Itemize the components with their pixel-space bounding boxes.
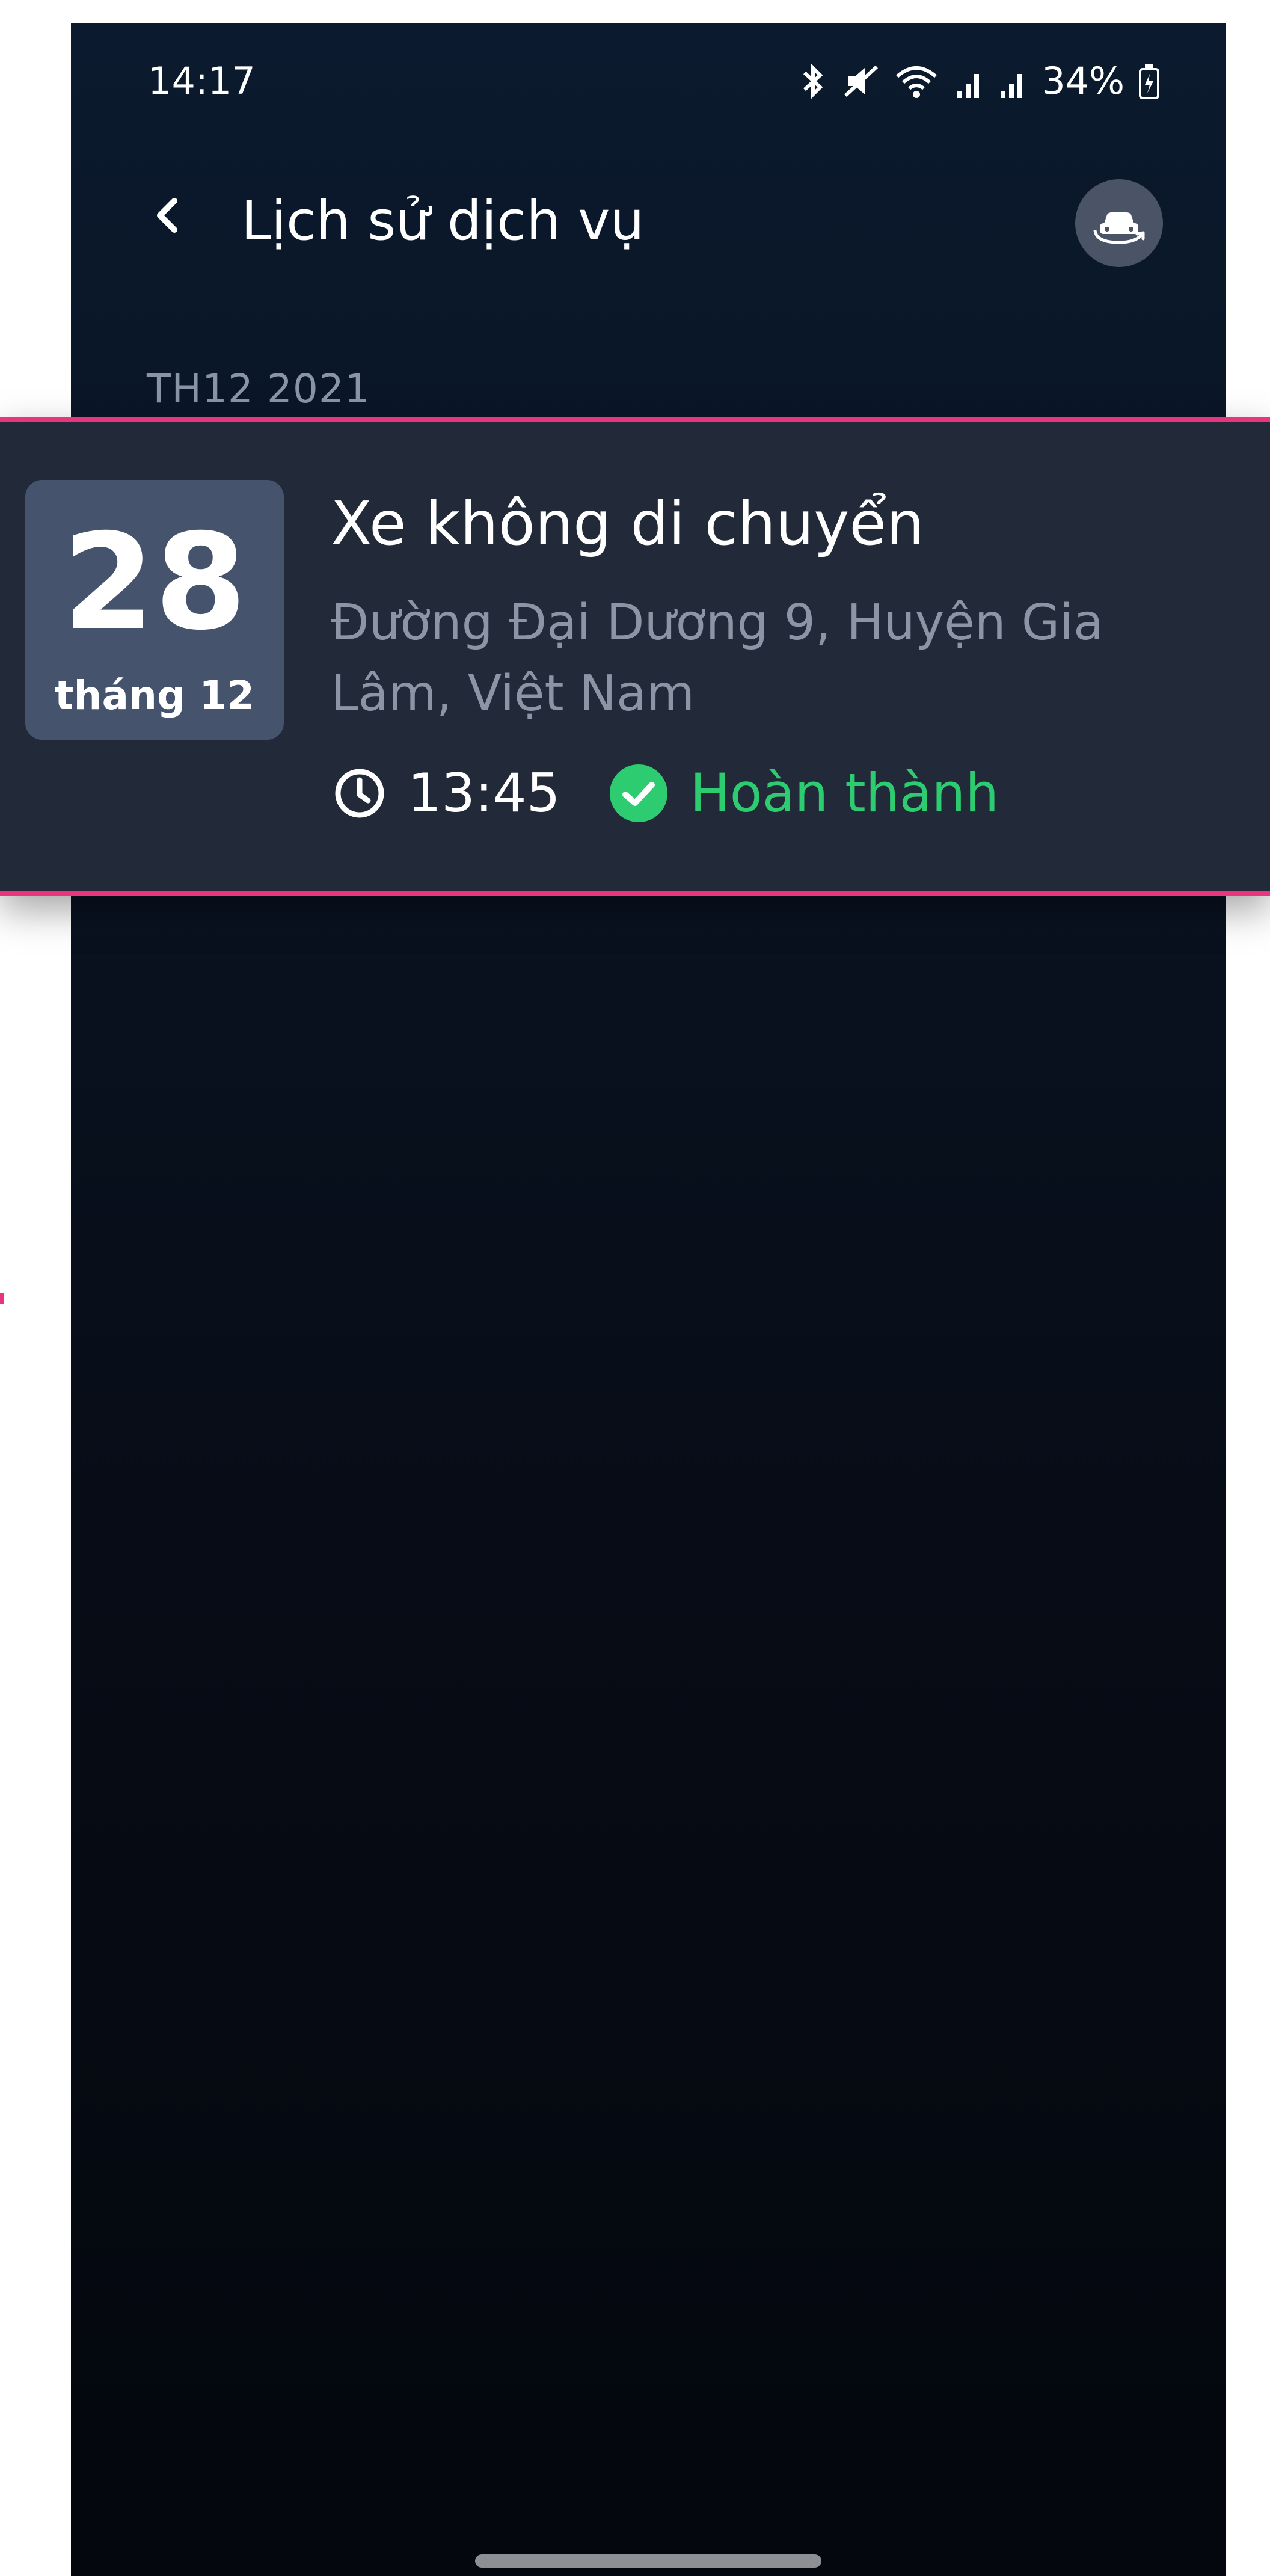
status-icons: 34%	[797, 59, 1159, 103]
page-title: Lịch sử dịch vụ	[241, 189, 645, 253]
signal-icon	[1001, 73, 1023, 98]
phone-screen: 14:17 34% Lịch sử dịch vụ TH12 2021	[71, 23, 1226, 2576]
vehicle-switch-button[interactable]	[1075, 179, 1163, 267]
check-circle-icon	[609, 763, 669, 823]
signal-icon	[957, 73, 980, 98]
battery-percent: 34%	[1041, 59, 1124, 103]
side-marker	[0, 1293, 4, 1304]
wifi-icon	[896, 66, 937, 98]
service-history-card[interactable]: 28 tháng 12 Xe không di chuyển Đường Đại…	[0, 417, 1270, 896]
service-status: Hoàn thành	[690, 762, 999, 824]
status-time: 14:17	[148, 59, 256, 103]
date-badge: 28 tháng 12	[25, 480, 284, 740]
app-bar: Lịch sử dịch vụ	[71, 161, 1226, 281]
service-meta: 13:45 Hoàn thành	[331, 762, 999, 824]
battery-charging-icon	[1139, 64, 1159, 99]
service-title: Xe không di chuyển	[331, 488, 925, 559]
chevron-left-icon	[157, 198, 177, 233]
back-button[interactable]	[136, 185, 196, 245]
clock-icon	[331, 764, 388, 822]
date-day: 28	[62, 505, 247, 659]
mute-icon	[844, 65, 879, 97]
service-address: Đường Đại Dương 9, Huyện Gia Lâm, Việt N…	[331, 594, 1104, 722]
bluetooth-icon	[803, 63, 823, 99]
home-indicator[interactable]	[475, 2554, 821, 2568]
date-month: tháng 12	[54, 672, 255, 719]
month-section-header: TH12 2021	[147, 366, 370, 412]
service-time: 13:45	[408, 762, 560, 824]
status-bar: 14:17 34%	[71, 23, 1226, 143]
car-swap-icon	[1093, 212, 1145, 244]
